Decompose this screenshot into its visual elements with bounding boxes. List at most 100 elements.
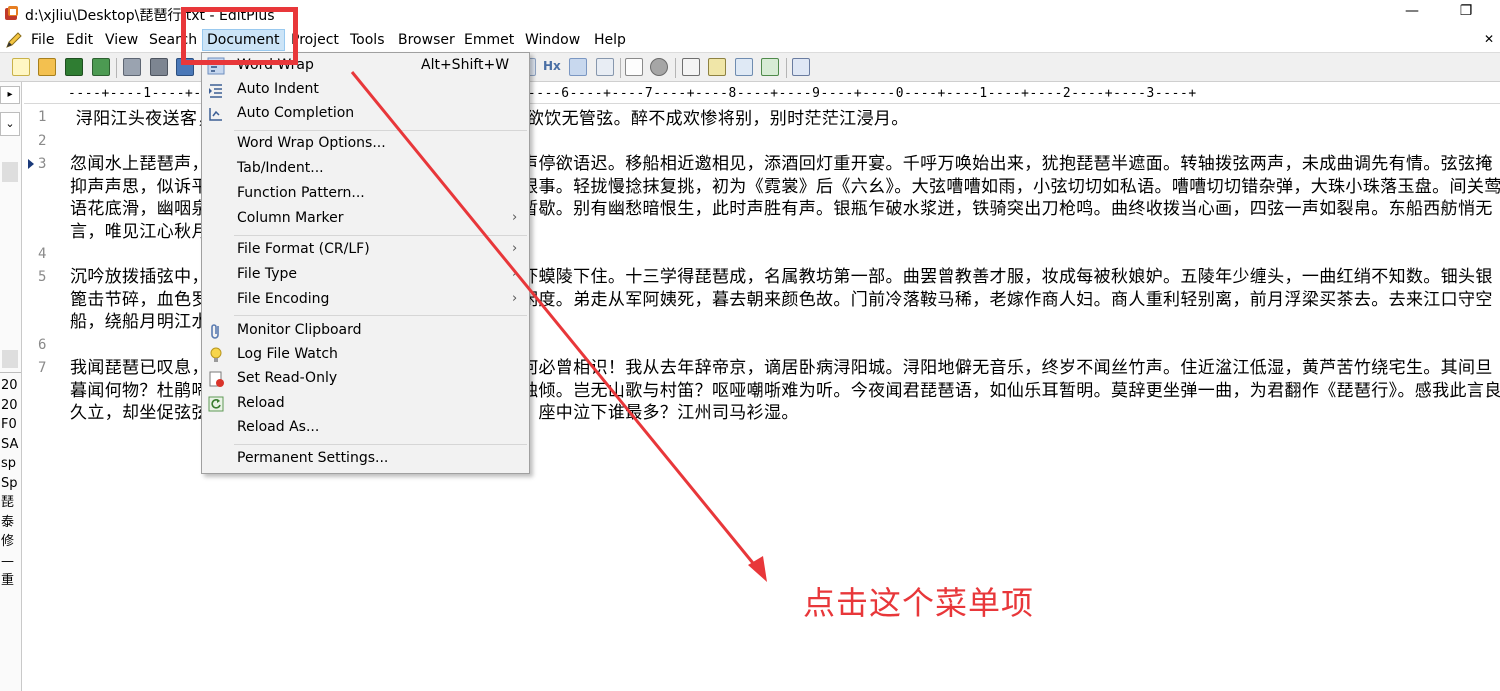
sidebar-scrollbar-thumb[interactable] <box>2 162 18 182</box>
menu-item-label: Set Read-Only <box>237 370 338 386</box>
menu-item-label: Word Wrap Options... <box>237 135 386 151</box>
menu-item-auto-indent[interactable]: Auto Indent <box>202 78 529 102</box>
sidebar-expand-arrow[interactable]: ▸ <box>0 86 20 104</box>
file-list-item[interactable]: 修 <box>1 532 21 552</box>
file-list-item[interactable]: 琵 <box>1 493 21 513</box>
paperclip-icon <box>211 324 219 339</box>
menu-item-label: Auto Indent <box>237 81 319 97</box>
reload-icon <box>208 396 224 412</box>
menu-item-permanent-settings[interactable]: Permanent Settings... <box>202 447 529 471</box>
menu-item-shortcut: Alt+Shift+W <box>421 57 510 73</box>
file-list-item[interactable]: 20 <box>1 396 21 416</box>
menu-emmet[interactable]: Emmet <box>464 30 514 50</box>
menu-file[interactable]: File <box>31 30 54 50</box>
menu-item-set-read-only[interactable]: Set Read-Only <box>202 367 529 391</box>
menu-edit[interactable]: Edit <box>66 30 93 50</box>
submenu-arrow-icon: › <box>512 210 518 225</box>
menu-item-label: Column Marker <box>237 210 344 226</box>
annotation-callout-text: 点击这个菜单项 <box>803 584 1035 622</box>
menu-window[interactable]: Window <box>525 30 580 50</box>
directory-sidebar: ▸ ⌄ 20 20 F0 SA sp Sp 琵 泰 修 — 重 <box>0 82 22 691</box>
gear-icon[interactable] <box>650 58 668 76</box>
editplus-app-icon[interactable] <box>4 5 20 21</box>
file-list-item[interactable]: 重 <box>1 571 21 591</box>
read-only-icon <box>209 371 224 387</box>
word-wrap-toolbar-icon[interactable] <box>569 58 587 76</box>
highlight-box <box>181 7 298 65</box>
sidebar-scrollbar-thumb[interactable] <box>2 350 18 368</box>
submenu-arrow-icon: › <box>512 291 518 306</box>
menu-item-file-format[interactable]: File Format (CR/LF) › <box>202 238 529 262</box>
current-line-marker-icon <box>28 159 34 169</box>
new-file-icon[interactable] <box>12 58 30 76</box>
menu-item-label: Log File Watch <box>237 346 338 362</box>
html-toolbar-hx-icon[interactable]: Hx <box>543 59 561 73</box>
auto-completion-icon <box>209 108 222 121</box>
menu-item-auto-completion[interactable]: Auto Completion <box>202 102 529 126</box>
save-icon[interactable] <box>65 58 83 76</box>
menu-separator <box>234 130 527 131</box>
menu-separator <box>234 235 527 236</box>
menu-item-label: File Type <box>237 266 298 282</box>
help-pointer-icon[interactable] <box>792 58 810 76</box>
toolbar-separator <box>620 58 621 78</box>
close-document-button[interactable]: ✕ <box>1484 32 1494 46</box>
submenu-arrow-icon: › <box>512 266 518 281</box>
maximize-button[interactable]: ❐ <box>1454 3 1478 23</box>
auto-indent-icon <box>209 84 222 98</box>
sidebar-drive-dropdown[interactable]: ⌄ <box>0 112 20 136</box>
menu-item-log-file-watch[interactable]: Log File Watch <box>202 343 529 367</box>
line-number: 3 <box>38 156 47 172</box>
file-list-item[interactable]: 20 <box>1 376 21 396</box>
menu-item-word-wrap-options[interactable]: Word Wrap Options... <box>202 132 529 156</box>
line-number: 2 <box>38 133 47 149</box>
file-list-item[interactable]: F0 <box>1 415 21 435</box>
menu-item-reload[interactable]: Reload <box>202 392 529 416</box>
menu-separator <box>234 315 527 316</box>
pencil-icon <box>6 32 22 48</box>
menu-separator <box>234 444 527 445</box>
print-icon[interactable] <box>150 58 168 76</box>
file-list-item[interactable]: 泰 <box>1 513 21 533</box>
menu-item-tab-indent[interactable]: Tab/Indent... <box>202 157 529 181</box>
line-number: 4 <box>38 246 47 262</box>
window-layout-icon[interactable] <box>682 58 700 76</box>
file-list: 20 20 F0 SA sp Sp 琵 泰 修 — 重 <box>1 376 21 591</box>
menu-item-label: Reload <box>237 395 285 411</box>
file-list-item[interactable]: sp <box>1 454 21 474</box>
line-number: 7 <box>38 360 47 376</box>
menu-view[interactable]: View <box>105 30 138 50</box>
document-list-icon[interactable] <box>708 58 726 76</box>
menu-item-reload-as[interactable]: Reload As... <box>202 416 529 440</box>
menu-item-file-type[interactable]: File Type › <box>202 263 529 287</box>
directory-window-icon[interactable] <box>735 58 753 76</box>
abc-spell-icon[interactable] <box>625 58 643 76</box>
menu-item-file-encoding[interactable]: File Encoding › <box>202 288 529 312</box>
menu-item-label: File Encoding <box>237 291 330 307</box>
lightbulb-icon <box>210 347 222 362</box>
menu-item-label: Function Pattern... <box>237 185 365 201</box>
save-all-icon[interactable] <box>92 58 110 76</box>
open-folder-icon[interactable] <box>38 58 56 76</box>
minimize-button[interactable]: — <box>1400 3 1424 23</box>
line-number: 1 <box>38 109 47 125</box>
file-list-item[interactable]: — <box>1 552 21 572</box>
toolbar-separator <box>786 58 787 78</box>
menu-tools[interactable]: Tools <box>350 30 385 50</box>
sidebar-divider <box>0 372 21 373</box>
line-number: 5 <box>38 269 47 285</box>
output-window-icon[interactable] <box>761 58 779 76</box>
menu-item-monitor-clipboard[interactable]: Monitor Clipboard <box>202 319 529 343</box>
menu-project[interactable]: Project <box>291 30 339 50</box>
file-list-item[interactable]: SA <box>1 435 21 455</box>
menu-help[interactable]: Help <box>594 30 626 50</box>
menu-browser[interactable]: Browser <box>398 30 455 50</box>
print-preview-icon[interactable] <box>123 58 141 76</box>
menu-item-label: Permanent Settings... <box>237 450 389 466</box>
file-list-item[interactable]: Sp <box>1 474 21 494</box>
toolbar-separator <box>116 58 117 78</box>
menu-item-column-marker[interactable]: Column Marker › <box>202 207 529 231</box>
menu-item-label: Tab/Indent... <box>237 160 324 176</box>
indent-toolbar-icon[interactable] <box>596 58 614 76</box>
menu-item-function-pattern[interactable]: Function Pattern... <box>202 182 529 206</box>
